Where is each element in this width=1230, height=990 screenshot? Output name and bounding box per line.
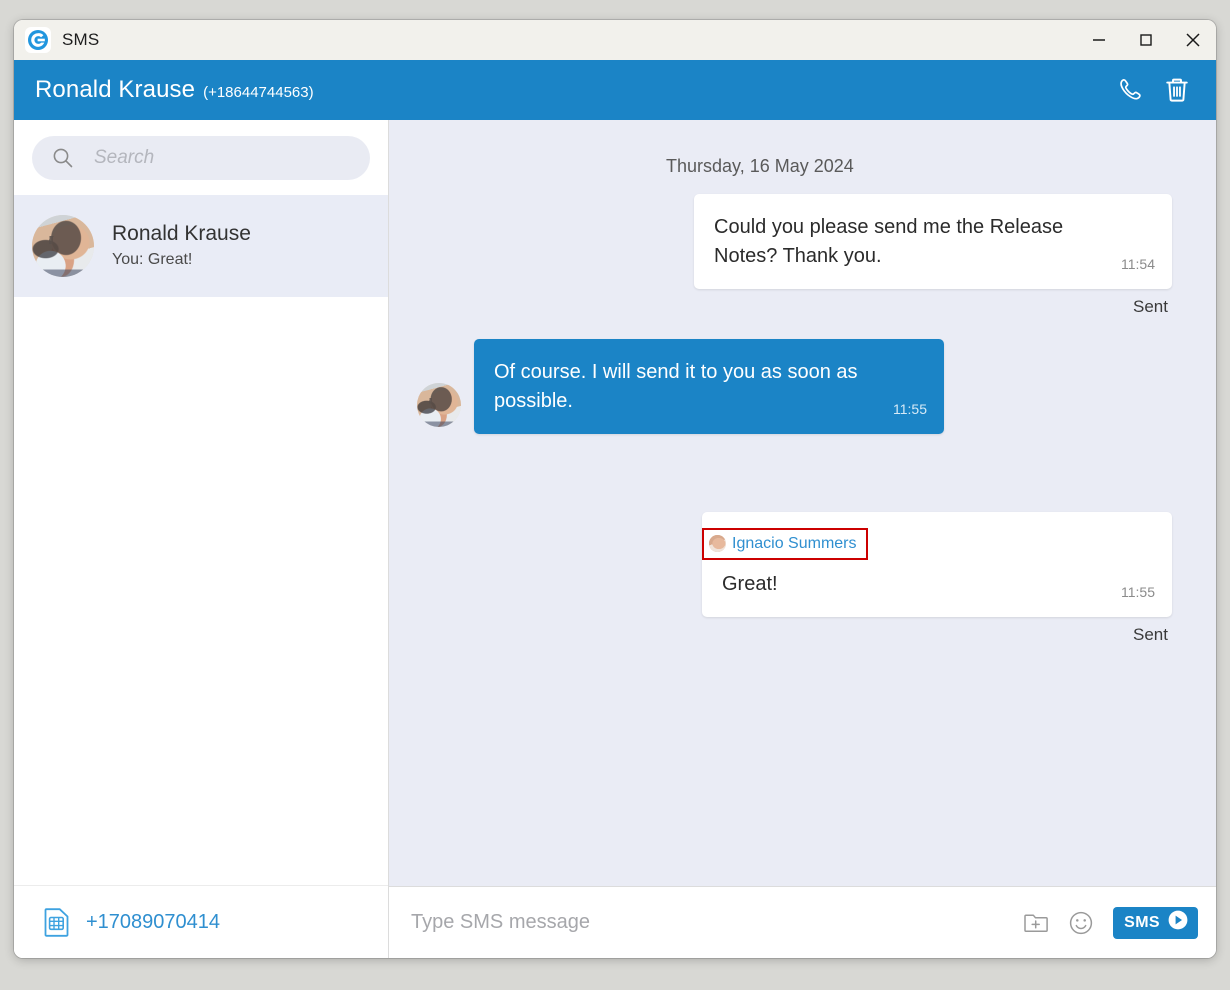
title-bar: SMS	[14, 20, 1216, 60]
conversation-name: Ronald Krause	[112, 222, 251, 245]
close-button[interactable]	[1169, 20, 1216, 60]
sms-app-window: SMS Ronald Krause (+18644744563) Search …	[14, 20, 1216, 958]
message-time: 11:55	[1121, 583, 1155, 600]
search-container	[14, 120, 388, 195]
attach-folder-icon[interactable]	[1017, 903, 1057, 943]
conversation-list: Ronald Krause You: Great!	[14, 195, 388, 297]
send-button[interactable]: SMS	[1113, 906, 1198, 939]
message-bubble-incoming[interactable]: Of course. I will send it to you as soon…	[474, 339, 944, 434]
send-arrow-icon	[1167, 909, 1189, 936]
message-text: Of course. I will send it to you as soon…	[494, 361, 858, 412]
message-time: 11:55	[893, 401, 927, 417]
app-body: Ronald Krause You: Great! +17089070414	[14, 120, 1216, 958]
conversation-sidebar: Ronald Krause You: Great! +17089070414	[14, 120, 389, 958]
smiley-icon[interactable]	[1061, 903, 1101, 943]
message-row: Of course. I will send it to you as soon…	[409, 339, 1172, 434]
sender-name: Ignacio Summers	[732, 534, 857, 552]
header-contact-phone: (+18644744563)	[203, 83, 314, 101]
message-status: Sent	[1133, 624, 1168, 644]
message-text: Could you please send me the Release Not…	[714, 216, 1064, 267]
header-contact-name: Ronald Krause	[35, 76, 196, 103]
avatar	[32, 215, 94, 277]
minimize-button[interactable]	[1075, 20, 1122, 60]
avatar	[417, 383, 461, 427]
g-logo-icon	[25, 27, 51, 53]
sim-card-icon[interactable]	[42, 906, 72, 938]
trash-icon[interactable]	[1154, 67, 1200, 113]
message-input[interactable]	[399, 910, 1014, 935]
message-bubble-outgoing[interactable]: Could you please send me the Release Not…	[694, 194, 1172, 289]
conversation-preview: You: Great!	[112, 251, 193, 268]
search-box[interactable]	[32, 136, 370, 180]
message-gap	[409, 440, 1172, 512]
app-title: SMS	[62, 30, 100, 49]
message-bubble-outgoing[interactable]: Ignacio Summers Great! 11:55	[702, 512, 1172, 617]
date-separator: Thursday, 16 May 2024	[666, 156, 854, 176]
search-icon	[50, 145, 76, 171]
message-time: 11:54	[1121, 256, 1155, 272]
sim-phone-number[interactable]: +17089070414	[86, 911, 220, 934]
message-status: Sent	[1133, 297, 1168, 316]
sidebar-footer: +17089070414	[14, 885, 388, 958]
message-row: Ignacio Summers Great! 11:55	[409, 512, 1172, 617]
message-text: Great!	[722, 572, 778, 595]
message-composer: SMS	[389, 886, 1216, 958]
phone-icon[interactable]	[1108, 67, 1154, 113]
maximize-button[interactable]	[1122, 20, 1169, 60]
sender-avatar	[709, 535, 726, 552]
conversation-header: Ronald Krause (+18644744563)	[14, 60, 1216, 120]
window-controls	[1075, 20, 1216, 60]
chat-pane: Thursday, 16 May 2024 Could you please s…	[389, 120, 1216, 958]
conversation-text: Ronald Krause You: Great!	[112, 221, 251, 271]
sidebar-empty-space	[14, 297, 388, 885]
send-button-label: SMS	[1124, 913, 1160, 931]
message-row: Could you please send me the Release Not…	[409, 194, 1172, 289]
sender-tag-highlight[interactable]: Ignacio Summers	[702, 527, 868, 560]
message-list: Thursday, 16 May 2024 Could you please s…	[389, 120, 1216, 886]
list-item[interactable]: Ronald Krause You: Great!	[14, 195, 388, 297]
search-input[interactable]	[92, 146, 352, 170]
